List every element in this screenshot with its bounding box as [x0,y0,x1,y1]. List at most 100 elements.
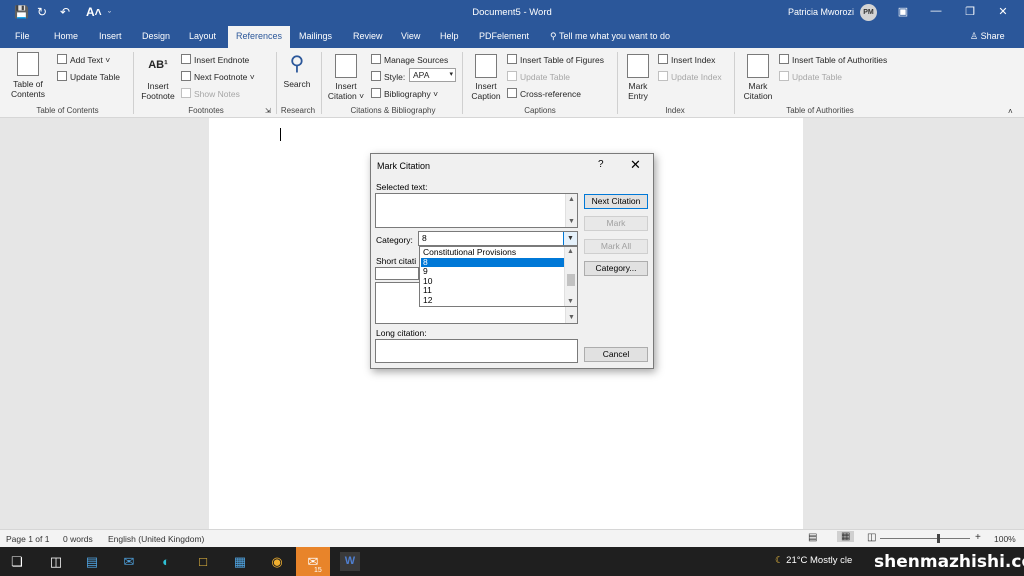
zoom-slider-thumb[interactable] [936,534,940,543]
dropdown-item[interactable]: 10 [421,276,564,287]
print-layout-icon[interactable]: ▦ [837,531,855,542]
dropdown-item[interactable]: 11 [421,285,564,296]
insert-table-of-figures-button[interactable]: Insert Table of Figures [507,54,604,65]
tab-references[interactable]: References [228,26,291,48]
zoom-level[interactable]: 100% [994,534,1016,544]
tab-file[interactable]: File [15,31,30,41]
tab-home[interactable]: Home [54,31,78,41]
word-icon[interactable]: W [340,552,360,571]
share-button[interactable]: ♙ Share [970,31,1005,42]
tab-help[interactable]: Help [440,31,459,41]
selected-text-field[interactable]: ▲ ▼ [375,193,578,228]
file-explorer-icon[interactable]: □ [193,552,213,571]
update-table-figures-button[interactable]: Update Table [507,71,570,82]
cancel-button[interactable]: Cancel [584,347,648,362]
table-of-authorities-icon [779,54,789,64]
page-count[interactable]: Page 1 of 1 [6,534,49,544]
mail-icon[interactable]: ✉ [119,552,139,571]
dropdown-item[interactable]: 9 [421,266,564,277]
category-select[interactable]: 8 ▼ [418,231,578,246]
user-name[interactable]: Patricia Mworozi [788,7,854,17]
cross-reference-button[interactable]: Cross-reference [507,88,581,99]
next-footnote-icon [181,71,191,81]
ribbon-display-options-icon[interactable]: ▣ [893,5,913,18]
style-value: APA [413,70,430,80]
windows-start-icon[interactable]: ❏ [7,552,27,571]
update-table-authorities-button[interactable]: Update Table [779,71,842,82]
insert-table-of-authorities-button[interactable]: Insert Table of Authorities [779,54,887,65]
avatar[interactable]: PM [860,4,877,21]
zoom-slider[interactable] [880,538,970,539]
mark-citation-button[interactable]: Mark Citation [738,54,778,101]
category-button[interactable]: Category... [584,261,648,276]
insert-citation-button[interactable]: Insert Citation ˅ [324,54,368,101]
dropdown-scrollbar[interactable]: ▲ ▼ [564,247,577,306]
store-icon[interactable]: ▤ [82,552,102,571]
help-icon[interactable]: ? [598,159,604,170]
notification-badge: 15 [314,567,322,574]
show-notes-button[interactable]: Show Notes [181,88,240,99]
group-label-captions: Captions [524,106,556,115]
zoom-in-icon[interactable]: + [975,532,981,543]
collapse-ribbon-icon[interactable]: ˄ [1008,107,1013,117]
update-table-button[interactable]: Update Table [57,71,120,82]
scroll-down-icon[interactable]: ▼ [568,218,575,225]
update-index-button[interactable]: Update Index [658,71,722,82]
tab-review[interactable]: Review [353,31,383,41]
next-footnote-button[interactable]: Next Footnote ˅ [181,71,255,82]
dropdown-item[interactable]: 12 [421,295,564,306]
scroll-down-icon[interactable]: ▼ [567,298,574,305]
tab-mailings[interactable]: Mailings [299,31,332,41]
tell-me-search[interactable]: ⚲ Tell me what you want to do [550,31,670,42]
selected-text-scrollbar[interactable]: ▲ ▼ [565,194,577,227]
search-label: Search [283,79,311,89]
web-layout-icon[interactable]: ◫ [867,532,876,543]
restore-icon[interactable]: ❐ [960,5,980,18]
minimize-icon[interactable]: — [926,5,946,17]
weather-icon: ☾ [775,555,787,566]
long-citation-field[interactable] [375,339,578,363]
task-view-icon[interactable]: ◫ [46,552,66,571]
bibliography-button[interactable]: Bibliography ˅ [371,88,438,99]
insert-endnote-button[interactable]: Insert Endnote [181,54,249,65]
manage-sources-button[interactable]: Manage Sources [371,54,448,65]
messaging-icon[interactable]: ✉ 15 [296,547,330,576]
mark-entry-button[interactable]: Mark Entry [620,54,656,101]
chevron-down-icon[interactable]: ▼ [563,232,577,245]
scroll-thumb[interactable] [567,274,575,286]
chrome-icon[interactable]: ◉ [267,552,287,571]
insert-index-button[interactable]: Insert Index [658,54,715,65]
language[interactable]: English (United Kingdom) [108,534,204,544]
scroll-down-icon[interactable]: ▼ [568,314,575,321]
calculator-icon[interactable]: ▦ [230,552,250,571]
scroll-up-icon[interactable]: ▲ [567,248,574,255]
dropdown-item-selected[interactable]: 8 [421,257,564,267]
footnotes-dialog-launcher-icon[interactable]: ⇲ [265,107,271,117]
word-count[interactable]: 0 words [63,534,93,544]
search-button[interactable]: ⚲ Search [280,52,314,89]
ribbon: Table of Contents Add Text ˅ Update Tabl… [0,48,1024,118]
table-of-contents-button[interactable]: Table of Contents [6,52,50,99]
style-dropdown[interactable]: APA ▾ [409,68,456,82]
insert-footnote-button[interactable]: AB¹ Insert Footnote [138,54,178,101]
add-text-button[interactable]: Add Text ˅ [57,54,110,65]
close-icon[interactable]: ✕ [993,5,1013,18]
insert-caption-button[interactable]: Insert Caption [466,54,506,101]
read-mode-icon[interactable]: ▤ [808,532,817,543]
scroll-up-icon[interactable]: ▲ [568,196,575,203]
tab-layout[interactable]: Layout [189,31,216,41]
edge-icon[interactable]: ◐ [156,552,176,571]
mark-button[interactable]: Mark [584,216,648,231]
tab-pdfelement[interactable]: PDFelement [479,31,529,41]
close-icon[interactable]: ✕ [630,157,641,173]
dropdown-item[interactable]: Constitutional Provisions [421,247,564,258]
tab-view[interactable]: View [401,31,420,41]
tab-insert[interactable]: Insert [99,31,122,41]
next-citation-button[interactable]: Next Citation [584,194,648,209]
category-dropdown-list[interactable]: Constitutional Provisions 8 9 10 11 12 ▲… [419,246,578,307]
mark-all-button[interactable]: Mark All [584,239,648,254]
short-citation-field[interactable] [375,267,419,280]
tab-design[interactable]: Design [142,31,170,41]
group-divider [734,52,735,114]
weather-widget[interactable]: ☾ 21°C Mostly cle [775,555,852,566]
